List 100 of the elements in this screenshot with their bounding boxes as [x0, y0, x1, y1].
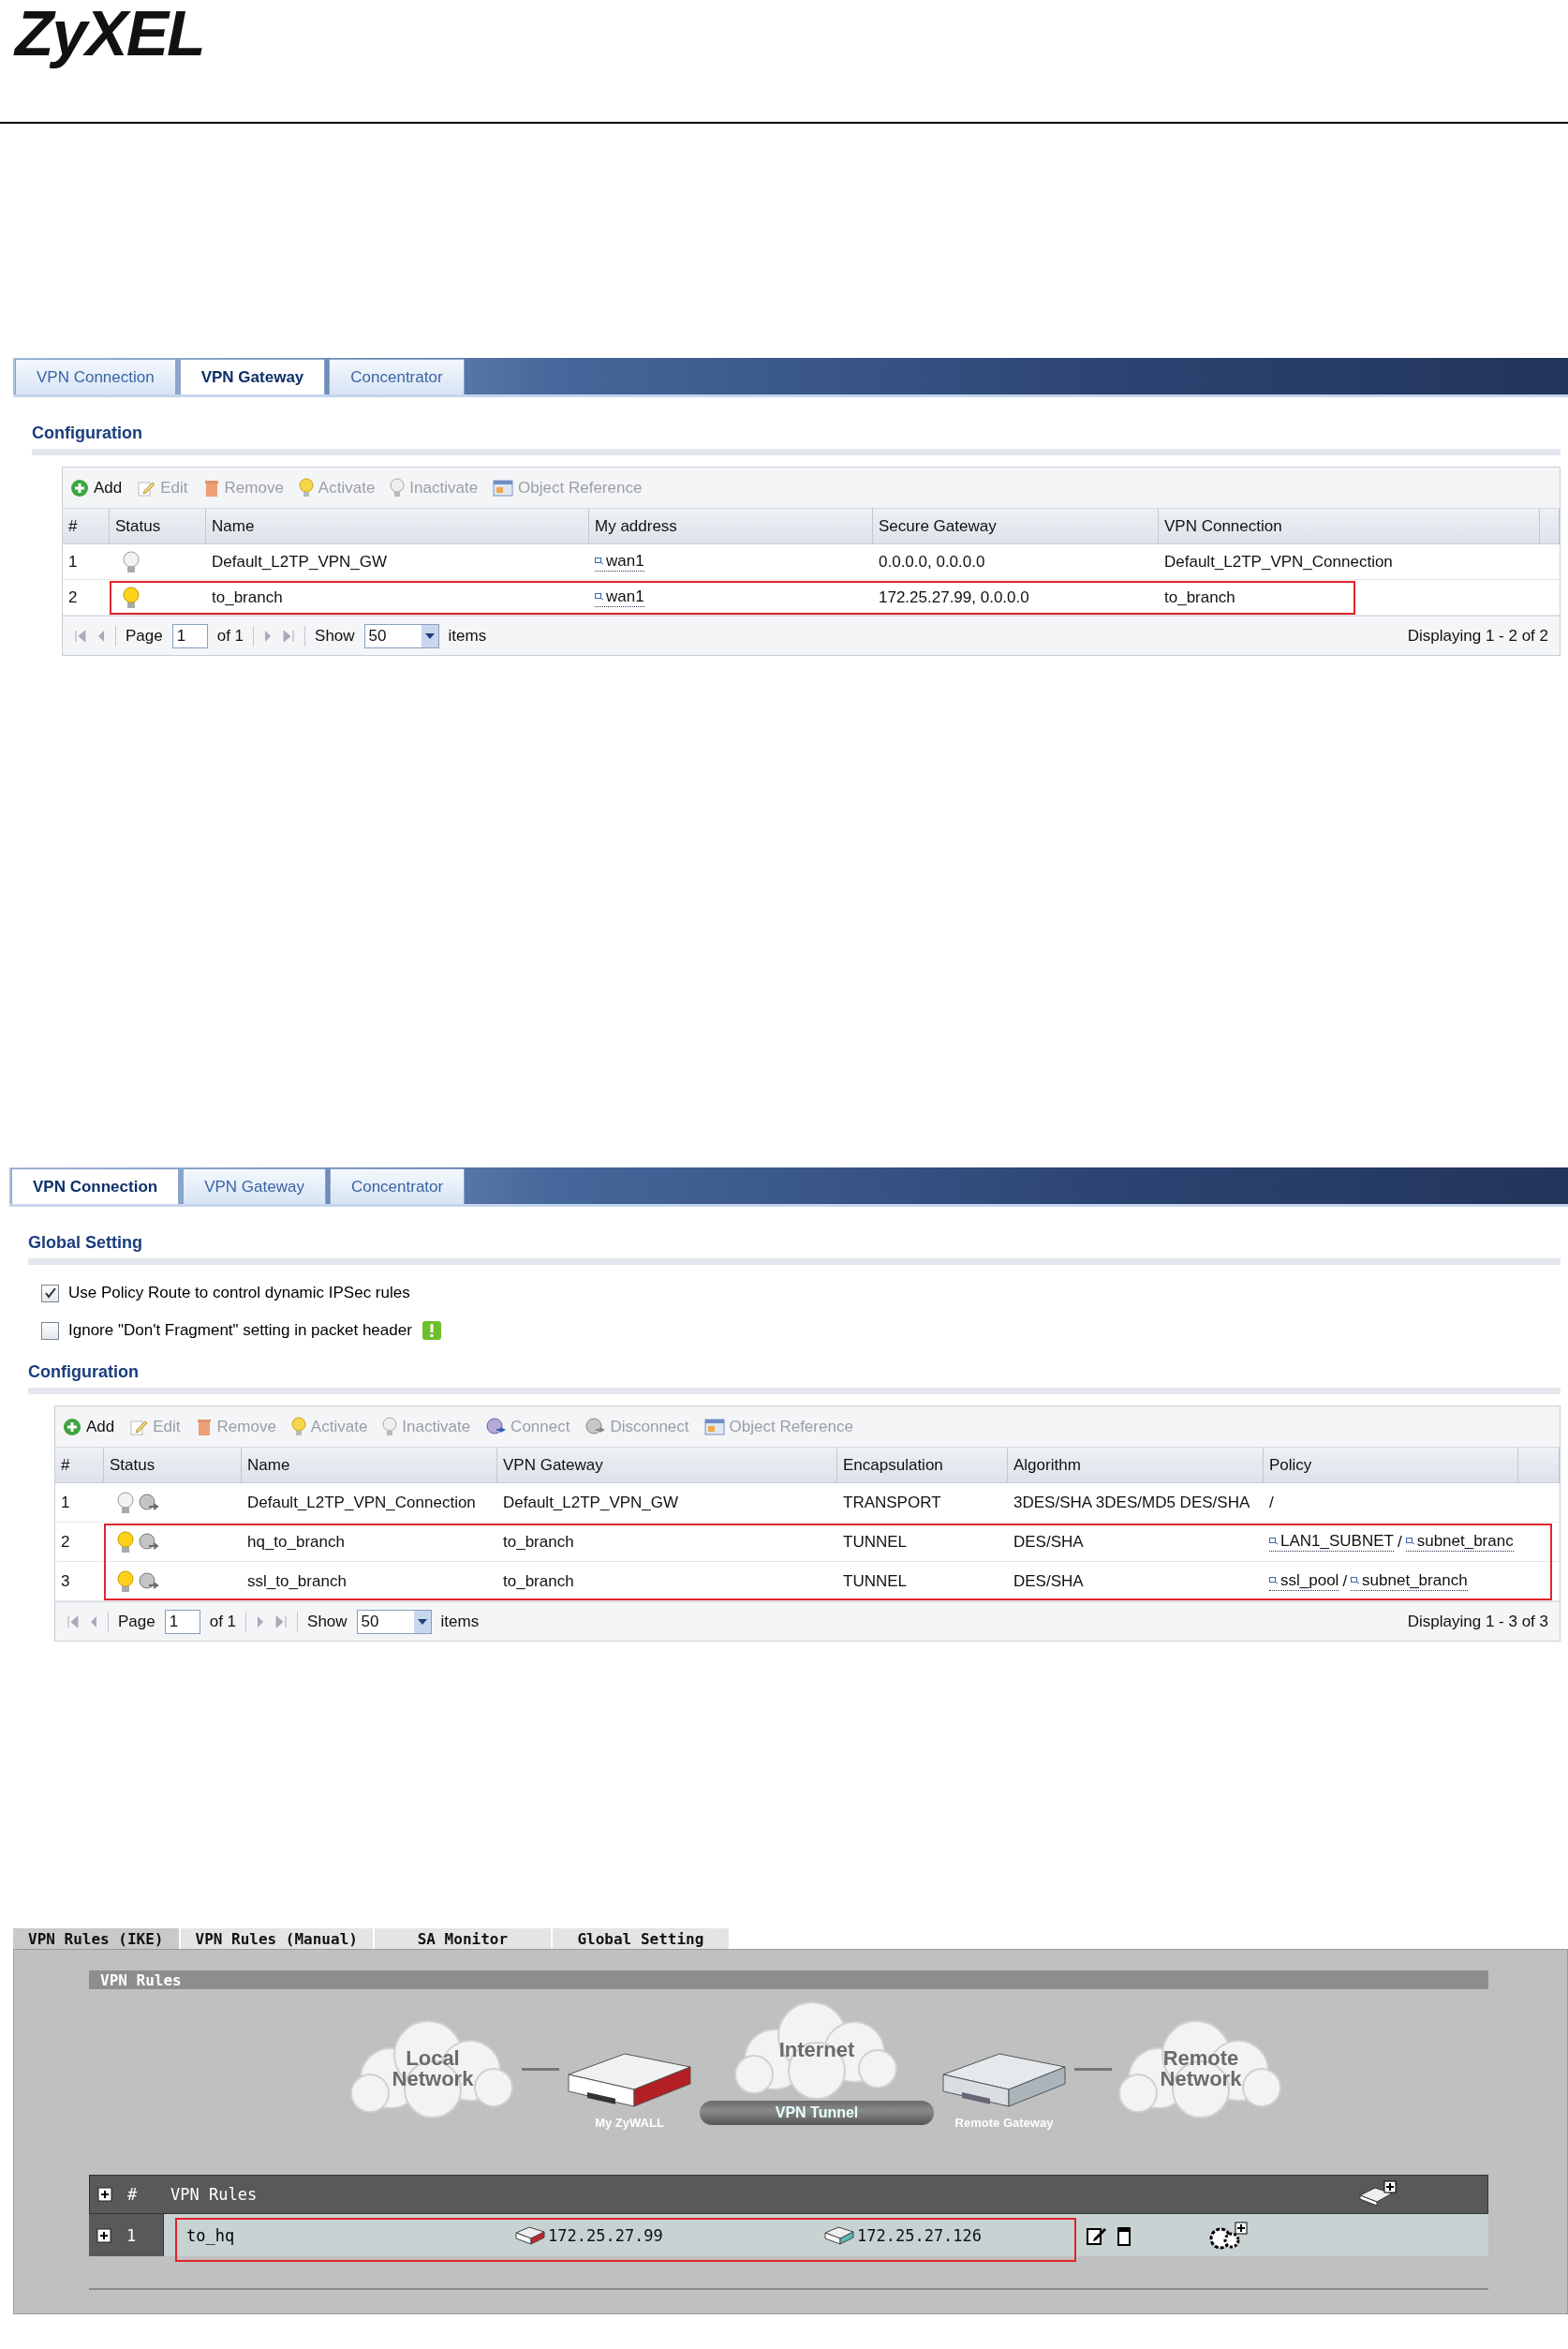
column-header[interactable]: VPN Gateway [497, 1448, 837, 1482]
cell-text: Default_L2TP_VPN_Connection [1164, 552, 1393, 572]
cell-text: to_branch [212, 587, 283, 607]
tab[interactable]: SA Monitor [374, 1928, 553, 1949]
last-page-icon[interactable] [274, 1613, 288, 1629]
pager-label: items [448, 626, 487, 646]
section-title: Configuration [28, 1349, 1561, 1394]
add-rule-icon[interactable] [1356, 2180, 1398, 2208]
tab[interactable]: Global Setting [552, 1928, 731, 1949]
cell-text: DES/SHA [1013, 1532, 1084, 1552]
checkbox[interactable] [41, 1321, 59, 1340]
tab[interactable]: VPN Rules (Manual) [180, 1928, 375, 1949]
cell-text: Default_L2TP_VPN_GW [503, 1493, 679, 1512]
checkbox-label: Ignore "Don't Fragment" setting in packet header [68, 1321, 412, 1340]
cell-text: Default_L2TP_VPN_GW [212, 552, 388, 572]
window-icon [703, 1417, 725, 1436]
column-header[interactable]: Status [110, 509, 206, 543]
tab[interactable]: VPN Connection [15, 359, 176, 394]
page-field[interactable]: 1 [164, 1609, 200, 1634]
display-count: Displaying 1 - 3 of 3 [1407, 1612, 1548, 1631]
expand-icon[interactable] [97, 2187, 112, 2202]
globe-icon [584, 1416, 606, 1437]
column-header[interactable]: # [55, 1448, 104, 1482]
cloud-label: Local Network [391, 2048, 475, 2089]
object-link[interactable]: wan1 [595, 552, 644, 572]
tunnel-label: VPN Tunnel [775, 2104, 859, 2121]
device-label: Remote Gateway [954, 2115, 1054, 2130]
object-link[interactable]: subnet_branc [1405, 1532, 1514, 1552]
page-size-select[interactable]: 50 [356, 1609, 432, 1634]
object-icon [1351, 1577, 1361, 1584]
tab[interactable]: Concentrator [329, 1168, 466, 1204]
object-link[interactable]: subnet_branch [1351, 1571, 1468, 1591]
column-header[interactable]: Name [206, 509, 589, 543]
tab[interactable]: VPN Rules (IKE) [13, 1928, 181, 1949]
object-icon [595, 593, 604, 601]
toolbar-button[interactable]: Add [63, 1417, 115, 1436]
cell-text: to_branch [1164, 587, 1235, 607]
column-header[interactable]: Policy [1264, 1448, 1518, 1482]
bulb-icon [382, 1416, 398, 1437]
cell-text: / [1397, 1532, 1402, 1552]
caret-icon [421, 624, 438, 647]
bulb-icon [298, 477, 314, 498]
cloud-label: Remote Network [1159, 2048, 1243, 2089]
cell-text: 0.0.0.0, 0.0.0.0 [879, 552, 985, 572]
pager-label: Page [126, 626, 163, 646]
cell-text: 1 [61, 1493, 70, 1512]
page-field[interactable]: 1 [171, 623, 208, 648]
tab[interactable]: VPN Gateway [183, 1168, 326, 1204]
toolbar-button[interactable]: Add [70, 478, 123, 498]
checkbox[interactable] [41, 1284, 59, 1302]
first-page-icon[interactable] [74, 628, 87, 644]
gateway-address: 172.25.27.126 [857, 2225, 983, 2245]
trash-icon [195, 1417, 213, 1436]
last-page-icon[interactable] [282, 628, 296, 644]
object-link[interactable]: LAN1_SUBNET [1269, 1532, 1394, 1552]
cell-text: TUNNEL [843, 1571, 907, 1591]
cell-text: ssl_to_branch [247, 1571, 347, 1591]
pager-label: Show [307, 1612, 348, 1631]
cell-text: Default_L2TP_VPN_Connection [247, 1493, 476, 1512]
warning-icon [421, 1320, 442, 1341]
column-header[interactable]: My address [589, 509, 873, 543]
plus-icon [63, 1417, 81, 1436]
cell-text: 1 [68, 552, 78, 572]
cell-text: TRANSPORT [843, 1493, 941, 1512]
object-link[interactable]: ssl_pool [1269, 1571, 1339, 1591]
column-header[interactable]: # [63, 509, 110, 543]
page-size-select[interactable]: 50 [363, 623, 439, 648]
cell-text: 2 [61, 1532, 70, 1552]
rule-name: to_hq [186, 2225, 236, 2245]
column-header: # [127, 2185, 139, 2204]
tab[interactable]: VPN Gateway [179, 359, 326, 394]
object-icon [1269, 1538, 1279, 1545]
pager-label: of 1 [209, 1612, 237, 1631]
tab[interactable]: VPN Connection [11, 1168, 180, 1204]
column-header[interactable]: Status [104, 1448, 242, 1482]
first-page-icon[interactable] [67, 1613, 80, 1629]
object-icon [595, 558, 604, 565]
object-icon [1269, 1577, 1279, 1584]
router-icon [514, 2224, 546, 2246]
next-page-icon[interactable] [256, 1613, 266, 1629]
next-page-icon[interactable] [263, 628, 274, 644]
cell-text: 2 [68, 587, 78, 607]
column-header[interactable]: Secure Gateway [873, 509, 1159, 543]
cell-text: DES/SHA [1013, 1571, 1084, 1591]
gateway-address: 172.25.27.99 [548, 2225, 663, 2245]
column-header[interactable]: Algorithm [1008, 1448, 1264, 1482]
cell-text: to_branch [503, 1532, 574, 1552]
globe-icon [485, 1416, 507, 1437]
cell-text: to_branch [503, 1571, 574, 1591]
tab[interactable]: Concentrator [329, 359, 465, 394]
cell-text: / [1269, 1493, 1274, 1512]
section-title: Global Setting [28, 1220, 1561, 1265]
cell-text: hq_to_branch [247, 1532, 345, 1552]
object-link[interactable]: wan1 [595, 587, 644, 607]
cloud-label: Internet [777, 2040, 856, 2060]
expand-icon[interactable] [96, 2227, 111, 2243]
column-header[interactable]: Name [242, 1448, 497, 1482]
column-header[interactable]: Encapsulation [837, 1448, 1008, 1482]
section-title: Configuration [32, 410, 1561, 455]
column-header[interactable]: VPN Connection [1159, 509, 1540, 543]
